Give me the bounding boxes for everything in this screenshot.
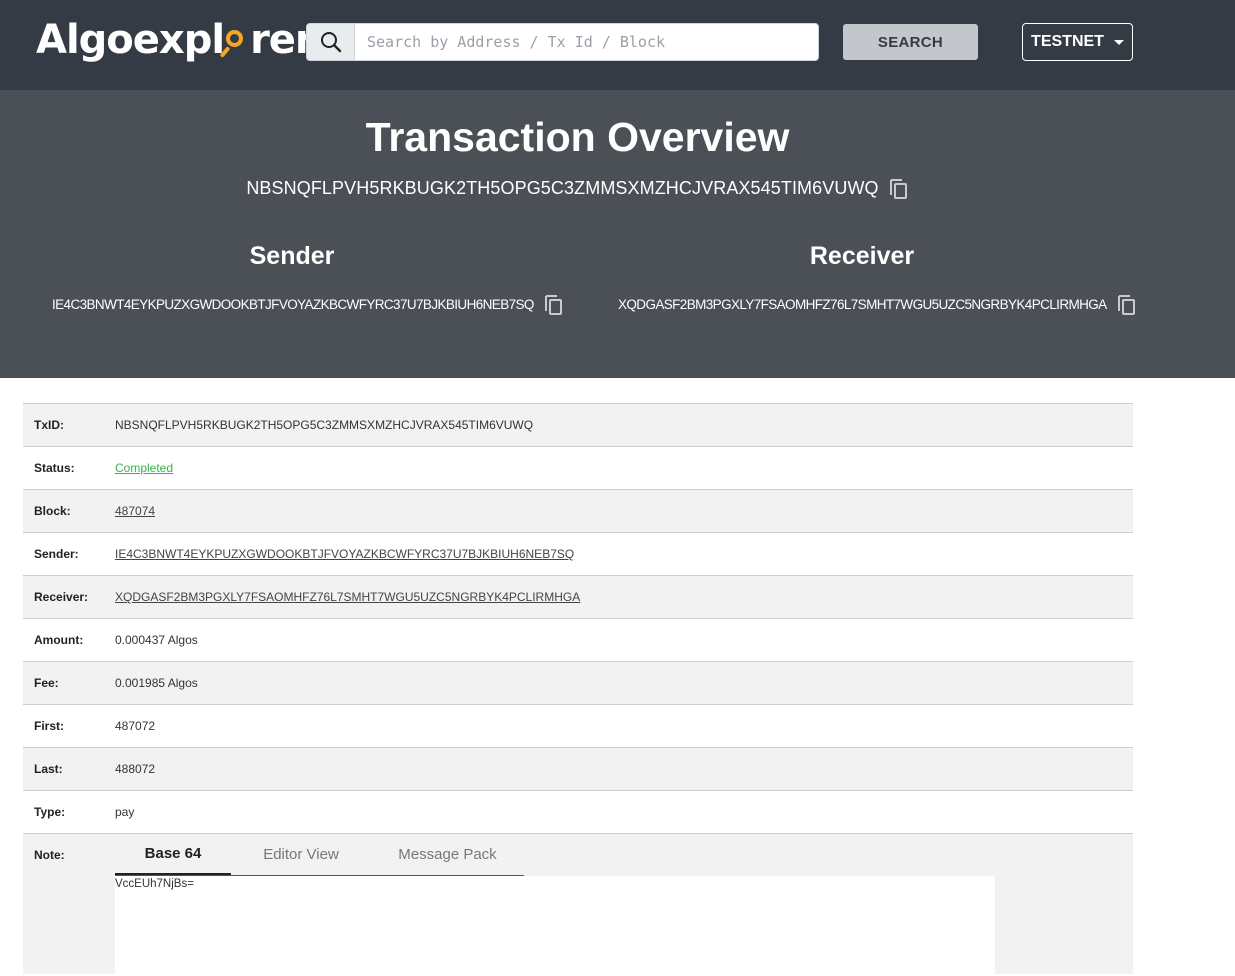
note-panel: Base 64 Editor View Message Pack VccEUh7…: [115, 834, 995, 976]
last-value: 488072: [115, 762, 156, 776]
table-row: Status: Completed: [23, 447, 1133, 490]
logo-text-start: Algoexpl: [36, 17, 225, 63]
receiver-heading: Receiver: [809, 242, 915, 270]
sender-link[interactable]: IE4C3BNWT4EYKPUZXGWDOOKBTJFVOYAZKBCWFYRC…: [115, 547, 574, 561]
status-label: Status:: [34, 461, 75, 475]
logo-text-end: rer: [250, 17, 315, 63]
table-row: Receiver: XQDGASF2BM3PGXLY7FSAOMHFZ76L7S…: [23, 576, 1133, 619]
search-input[interactable]: [354, 23, 819, 61]
hero-receiver-address: XQDGASF2BM3PGXLY7FSAOMHFZ76L7SMHT7WGU5UZ…: [618, 296, 1107, 312]
tab-base64[interactable]: Base 64: [115, 834, 231, 875]
algoexplorer-logo[interactable]: Algoexpl rer: [36, 12, 315, 68]
transaction-hero: Transaction Overview NBSNQFLPVH5RKBUGK2T…: [0, 90, 1235, 378]
transaction-details-table: TxID: NBSNQFLPVH5RKBUGK2TH5OPG5C3ZMMSXMZ…: [23, 403, 1133, 976]
hero-txid: NBSNQFLPVH5RKBUGK2TH5OPG5C3ZMMSXMZHCJVRA…: [246, 177, 879, 198]
top-navbar: Algoexpl rer SEARCH TESTNET: [0, 0, 1235, 90]
search-icon[interactable]: [306, 23, 354, 61]
type-value: pay: [115, 805, 135, 819]
hero-txid-line: NBSNQFLPVH5RKBUGK2TH5OPG5C3ZMMSXMZHCJVRA…: [0, 176, 1155, 200]
hero-receiver-line: XQDGASF2BM3PGXLY7FSAOMHFZ76L7SMHT7WGU5UZ…: [618, 292, 1137, 316]
copy-icon[interactable]: [542, 292, 564, 316]
hero-sender-line: IE4C3BNWT4EYKPUZXGWDOOKBTJFVOYAZKBCWFYRC…: [52, 292, 564, 316]
note-tabs: Base 64 Editor View Message Pack: [115, 834, 524, 876]
table-row: Type: pay: [23, 791, 1133, 834]
table-row: Fee: 0.001985 Algos: [23, 662, 1133, 705]
table-row: Sender: IE4C3BNWT4EYKPUZXGWDOOKBTJFVOYAZ…: [23, 533, 1133, 576]
network-dropdown-button[interactable]: TESTNET: [1022, 23, 1133, 61]
first-label: First:: [34, 719, 64, 733]
status-link[interactable]: Completed: [115, 461, 173, 475]
tab-message-pack[interactable]: Message Pack: [371, 834, 524, 875]
table-row: Block: 487074: [23, 490, 1133, 533]
receiver-link[interactable]: XQDGASF2BM3PGXLY7FSAOMHFZ76L7SMHT7WGU5UZ…: [115, 590, 580, 604]
first-value: 487072: [115, 719, 156, 733]
receiver-label: Receiver:: [34, 590, 89, 604]
table-row: Last: 488072: [23, 748, 1133, 791]
txid-label: TxID:: [34, 418, 64, 432]
page-title: Transaction Overview: [365, 114, 790, 160]
sender-heading: Sender: [249, 242, 335, 270]
note-row: Note: Base 64 Editor View Message Pack V…: [23, 834, 1133, 976]
caret-down-icon: [1113, 39, 1124, 45]
network-label: TESTNET: [1031, 33, 1104, 50]
amount-value: 0.000437 Algos: [115, 633, 198, 647]
table-row: TxID: NBSNQFLPVH5RKBUGK2TH5OPG5C3ZMMSXMZ…: [23, 404, 1133, 447]
table-row: Amount: 0.000437 Algos: [23, 619, 1133, 662]
search-group: [306, 23, 819, 61]
note-content: VccEUh7NjBs=: [115, 876, 995, 976]
txid-value: NBSNQFLPVH5RKBUGK2TH5OPG5C3ZMMSXMZHCJVRA…: [115, 418, 534, 432]
sender-label: Sender:: [34, 547, 79, 561]
type-label: Type:: [34, 805, 66, 819]
block-link[interactable]: 487074: [115, 504, 155, 518]
note-label: Note:: [34, 848, 65, 862]
magnifier-o-icon: [219, 12, 250, 68]
amount-label: Amount:: [34, 633, 84, 647]
fee-value: 0.001985 Algos: [115, 676, 198, 690]
hero-sender-address: IE4C3BNWT4EYKPUZXGWDOOKBTJFVOYAZKBCWFYRC…: [52, 296, 534, 312]
copy-icon[interactable]: [887, 176, 909, 200]
last-label: Last:: [34, 762, 63, 776]
table-row: First: 487072: [23, 705, 1133, 748]
copy-icon[interactable]: [1115, 292, 1137, 316]
block-label: Block:: [34, 504, 71, 518]
tab-editor-view[interactable]: Editor View: [231, 834, 371, 875]
fee-label: Fee:: [34, 676, 59, 690]
search-button[interactable]: SEARCH: [843, 24, 978, 60]
